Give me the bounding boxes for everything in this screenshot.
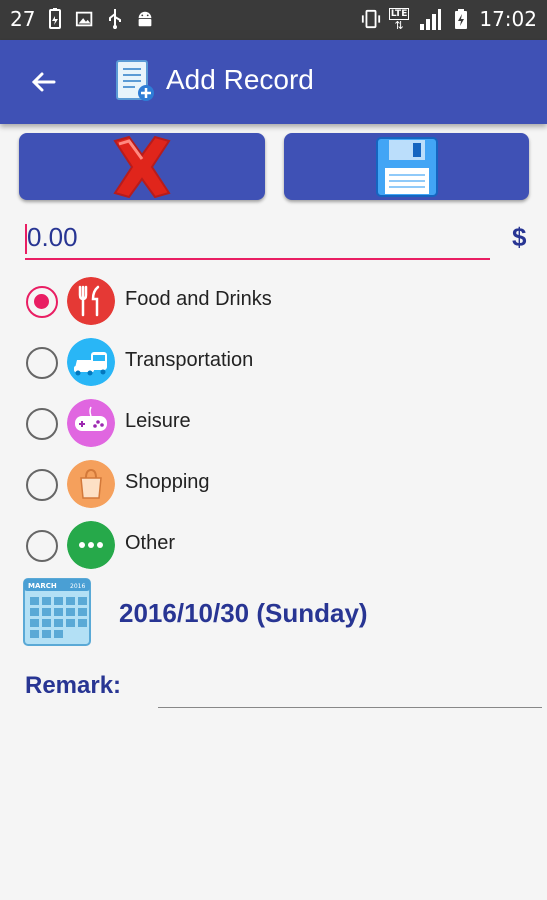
vibrate-icon — [361, 9, 380, 29]
add-document-icon — [116, 60, 154, 101]
page-title: Add Record — [166, 64, 314, 95]
category-food-and-drinks[interactable]: Food and Drinks — [26, 274, 526, 328]
save-button[interactable] — [284, 133, 529, 200]
signal-icon — [420, 9, 442, 30]
remark-label: Remark: — [25, 672, 122, 699]
lte-icon: LTE ⇅ — [388, 7, 410, 32]
fork-knife-icon — [67, 277, 115, 325]
battery-saver-icon — [49, 8, 62, 29]
radio-button[interactable] — [26, 408, 58, 440]
more-dots-icon — [67, 521, 115, 569]
amount-input[interactable]: 0.00 — [25, 218, 490, 260]
category-label: Leisure — [125, 410, 191, 432]
radio-button[interactable] — [26, 286, 58, 318]
currency-symbol: $ — [512, 222, 527, 252]
image-icon — [76, 11, 93, 27]
red-x-icon — [113, 135, 171, 198]
shopping-bag-icon — [67, 460, 115, 508]
clock: 17:02 — [479, 7, 537, 31]
category-label: Food and Drinks — [125, 288, 272, 310]
gamepad-icon — [67, 399, 115, 447]
car-bus-icon — [67, 338, 115, 386]
category-label: Other — [125, 532, 176, 554]
calendar-icon[interactable]: MARCH 2016 — [22, 577, 92, 647]
category-leisure[interactable]: Leisure — [26, 396, 526, 450]
cancel-button[interactable] — [19, 133, 265, 200]
app-bar: Add Record — [0, 40, 547, 124]
notification-count: 27 — [10, 7, 36, 31]
category-other[interactable]: Other — [26, 518, 526, 572]
android-icon — [139, 11, 152, 27]
calendar-year: 2016 — [70, 583, 85, 590]
status-bar: 27 LTE ⇅ 17:02 — [0, 0, 547, 40]
radio-button[interactable] — [26, 530, 58, 562]
radio-button[interactable] — [26, 469, 58, 501]
category-label: Shopping — [125, 471, 210, 493]
calendar-month: MARCH — [28, 582, 57, 590]
battery-charging-icon — [455, 9, 468, 29]
amount-value: 0.00 — [27, 222, 78, 252]
radio-button[interactable] — [26, 347, 58, 379]
floppy-disk-icon — [375, 136, 438, 197]
remark-input[interactable] — [158, 670, 542, 708]
arrow-left-icon[interactable] — [24, 62, 64, 102]
category-shopping[interactable]: Shopping — [26, 457, 526, 511]
category-label: Transportation — [125, 349, 254, 371]
date-display[interactable]: 2016/10/30 (Sunday) — [119, 598, 368, 629]
usb-icon — [109, 9, 122, 29]
category-transportation[interactable]: Transportation — [26, 335, 526, 389]
